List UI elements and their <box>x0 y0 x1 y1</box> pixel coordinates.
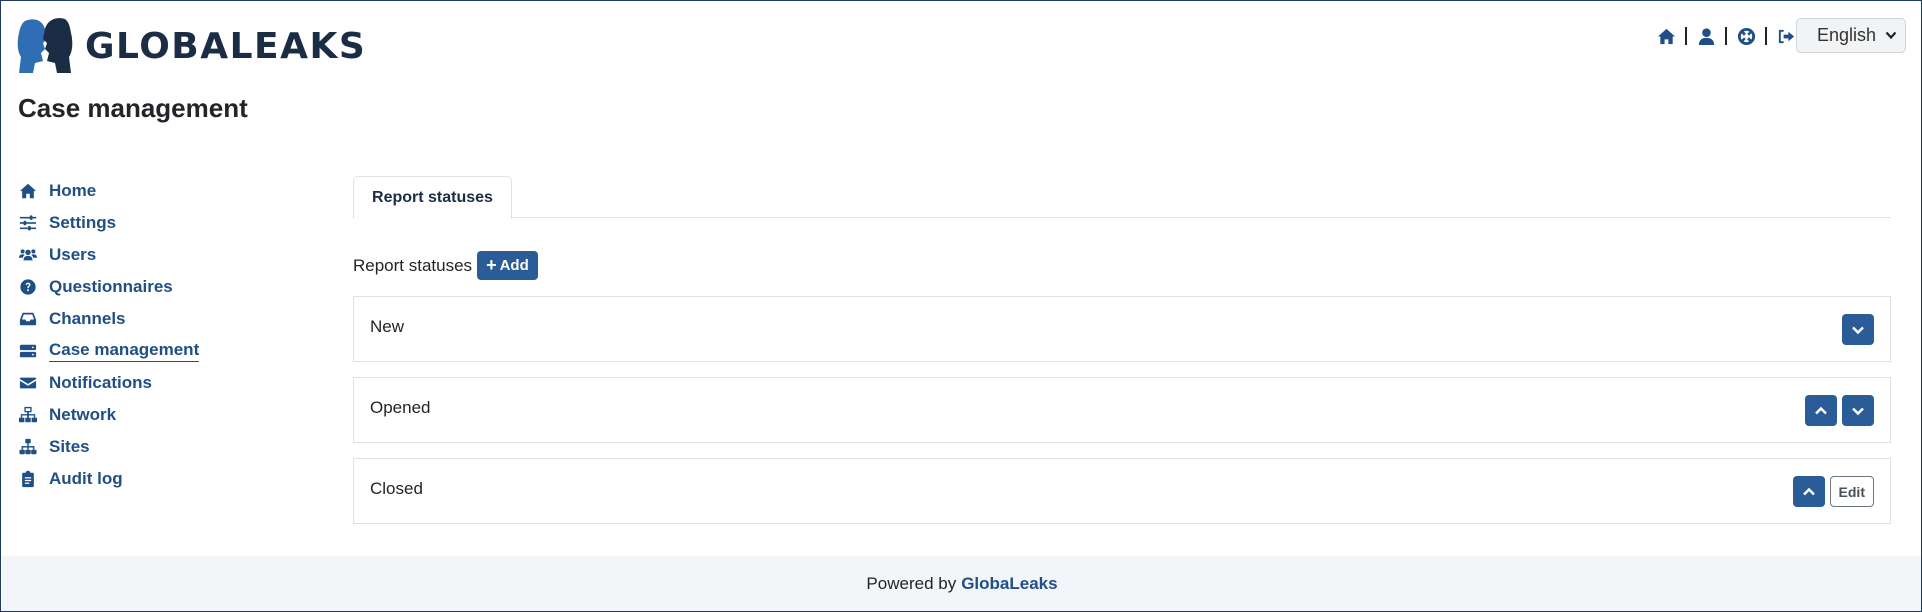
move-up-button[interactable] <box>1805 395 1837 426</box>
app-window: GLOBALEAKS Case management English Home <box>0 0 1922 612</box>
sidebar-item-label: Network <box>49 405 117 424</box>
status-card-closed: Closed Edit <box>353 458 1891 524</box>
home-icon[interactable] <box>1655 25 1677 47</box>
add-button-label: Add <box>499 257 529 274</box>
question-circle-icon <box>18 277 38 297</box>
status-actions <box>1805 395 1874 426</box>
sidebar-item-label: Channels <box>49 309 126 328</box>
section-header: Report statuses + Add <box>353 251 538 280</box>
plus-icon: + <box>486 255 497 275</box>
inbox-icon <box>18 309 38 329</box>
clipboard-icon <box>18 469 38 489</box>
server-icon <box>18 341 38 361</box>
header-actions <box>1655 25 1797 47</box>
sidebar-item-label: Sites <box>49 437 90 456</box>
sidebar-item-label: Audit log <box>49 469 123 488</box>
logo-icon <box>17 18 73 74</box>
language-select-value: English <box>1817 25 1877 45</box>
add-button[interactable]: + Add <box>477 251 538 280</box>
sidebar-item-network[interactable]: Network <box>18 399 199 431</box>
logo[interactable]: GLOBALEAKS <box>17 17 366 75</box>
logo-text: GLOBALEAKS <box>85 25 367 67</box>
support-icon[interactable] <box>1735 25 1757 47</box>
sidebar-item-label: Home <box>49 181 97 200</box>
home-icon <box>18 181 38 201</box>
sidebar-item-home[interactable]: Home <box>18 175 199 207</box>
tab-bar: Report statuses <box>353 176 1891 219</box>
sidebar-item-audit-log[interactable]: Audit log <box>18 463 199 495</box>
status-actions: Edit <box>1792 476 1874 507</box>
sidebar-item-label: Case management <box>49 340 200 362</box>
sidebar-item-label: Users <box>49 245 97 264</box>
sidebar-item-case-management[interactable]: Case management <box>18 335 200 367</box>
footer: Powered by GlobaLeaks <box>2 556 1921 611</box>
sidebar-item-settings[interactable]: Settings <box>18 207 199 239</box>
move-down-button[interactable] <box>1842 395 1874 426</box>
user-icon[interactable] <box>1695 25 1717 47</box>
sidebar-item-label: Questionnaires <box>49 277 173 296</box>
move-up-button[interactable] <box>1792 476 1825 507</box>
network-icon <box>18 405 38 425</box>
page-title: Case management <box>18 93 248 123</box>
chevron-down-icon <box>1885 31 1897 40</box>
sidebar-item-label: Settings <box>49 213 117 232</box>
sidebar-item-label: Notifications <box>49 373 152 392</box>
logout-icon[interactable] <box>1775 25 1797 47</box>
footer-prefix: Powered by <box>866 574 957 593</box>
chevron-down-icon <box>1852 407 1864 415</box>
sidebar-item-questionnaires[interactable]: Questionnaires <box>18 271 199 303</box>
sidebar-nav: Home Settings Users Questionnaires Chann… <box>18 175 200 495</box>
sidebar-item-notifications[interactable]: Notifications <box>18 367 199 399</box>
envelope-icon <box>18 373 38 393</box>
status-actions <box>1842 314 1874 345</box>
footer-brand-link[interactable]: GlobaLeaks <box>961 574 1057 594</box>
chevron-up-icon <box>1802 487 1815 495</box>
edit-button[interactable]: Edit <box>1829 476 1874 507</box>
separator <box>1725 27 1727 45</box>
sidebar-item-sites[interactable]: Sites <box>18 431 199 463</box>
status-card-new: New <box>353 296 1891 362</box>
separator <box>1685 27 1687 45</box>
chevron-up-icon <box>1815 406 1827 414</box>
section-label: Report statuses <box>353 255 473 275</box>
sidebar-item-channels[interactable]: Channels <box>18 303 199 335</box>
chevron-down-icon <box>1852 326 1864 334</box>
sliders-icon <box>18 213 38 233</box>
status-name: Opened <box>370 398 431 417</box>
status-card-opened: Opened <box>353 377 1891 443</box>
users-icon <box>18 245 38 265</box>
separator <box>1765 27 1767 45</box>
language-select[interactable]: English <box>1796 18 1906 53</box>
status-name: Closed <box>370 479 423 498</box>
sidebar-item-users[interactable]: Users <box>18 239 199 271</box>
move-down-button[interactable] <box>1842 314 1874 345</box>
tab-report-statuses[interactable]: Report statuses <box>353 176 512 219</box>
sitemap-icon <box>18 437 38 457</box>
status-name: New <box>370 317 405 336</box>
